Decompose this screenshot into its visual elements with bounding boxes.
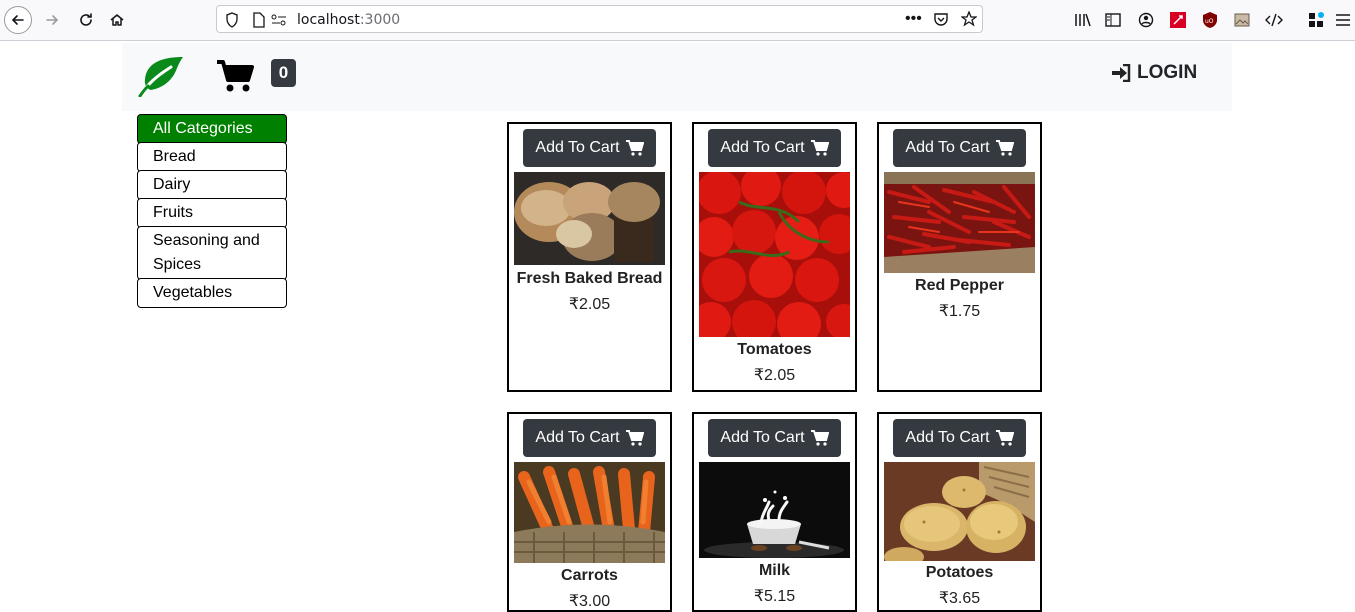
cart-icon <box>810 430 829 446</box>
product-card: Add To Cart Fresh Baked Bread ₹2.05 <box>507 122 672 392</box>
add-to-cart-label: Add To Cart <box>535 429 620 446</box>
add-to-cart-button[interactable]: Add To Cart <box>523 419 656 457</box>
category-vegetables[interactable]: Vegetables <box>137 278 287 308</box>
add-to-cart-label: Add To Cart <box>905 429 990 446</box>
product-name: Red Pepper <box>915 277 1004 294</box>
shield-icon <box>226 12 238 28</box>
product-price: ₹1.75 <box>938 303 981 320</box>
cart-icon <box>810 140 829 156</box>
potatoes-image <box>884 462 1035 561</box>
address-bar[interactable]: localhost:3000 ••• <box>216 5 983 33</box>
category-dairy[interactable]: Dairy <box>137 170 287 200</box>
leaf-logo-icon[interactable] <box>137 55 185 97</box>
product-name: Fresh Baked Bread <box>516 270 663 287</box>
product-card: Add To Cart Milk ₹5.15 <box>692 412 857 612</box>
browser-toolbar: localhost:3000 ••• uO <box>0 0 1355 41</box>
cart-count-badge: 0 <box>271 59 296 87</box>
extension-red-icon[interactable] <box>1168 10 1188 30</box>
category-seasoning-and-spices[interactable]: Seasoning and Spices <box>137 226 287 280</box>
home-icon <box>110 14 124 26</box>
extensions-icon[interactable] <box>1306 10 1326 30</box>
login-link[interactable]: LOGIN <box>1111 62 1197 84</box>
carrots-image <box>514 462 665 563</box>
product-price: ₹2.05 <box>568 296 611 313</box>
product-card: Add To Cart Carrots ₹3.00 <box>507 412 672 612</box>
url-text: localhost:3000 <box>297 12 401 28</box>
permissions-icon <box>271 14 286 26</box>
bookmark-star-icon[interactable] <box>961 11 977 27</box>
add-to-cart-button[interactable]: Add To Cart <box>893 419 1026 457</box>
bread-image <box>514 172 665 265</box>
page-icon <box>253 12 265 28</box>
add-to-cart-label: Add To Cart <box>720 429 805 446</box>
red-pepper-image <box>884 172 1035 273</box>
login-label: LOGIN <box>1137 62 1198 83</box>
product-card: Add To Cart Tomatoes ₹2.05 <box>692 122 857 392</box>
forward-button[interactable] <box>38 6 66 34</box>
add-to-cart-button[interactable]: Add To Cart <box>708 419 841 457</box>
add-to-cart-label: Add To Cart <box>535 139 620 156</box>
product-name: Tomatoes <box>737 341 812 358</box>
sidebar-toggle-icon[interactable] <box>1103 10 1123 30</box>
product-card: Add To Cart Potatoes ₹3.65 <box>877 412 1042 612</box>
arrow-left-icon <box>11 15 24 25</box>
menu-icon[interactable] <box>1333 10 1353 30</box>
add-to-cart-button[interactable]: Add To Cart <box>708 129 841 167</box>
code-icon[interactable] <box>1264 10 1284 30</box>
ublock-icon[interactable]: uO <box>1200 10 1220 30</box>
product-price: ₹3.00 <box>568 593 611 610</box>
cart-icon <box>995 430 1014 446</box>
add-to-cart-button[interactable]: Add To Cart <box>523 129 656 167</box>
product-name: Potatoes <box>925 564 994 581</box>
cart-icon <box>995 140 1014 156</box>
account-icon[interactable] <box>1136 10 1156 30</box>
image-extension-icon[interactable] <box>1232 10 1252 30</box>
back-button[interactable] <box>4 6 32 34</box>
product-name: Carrots <box>561 567 618 584</box>
add-to-cart-button[interactable]: Add To Cart <box>893 129 1026 167</box>
category-fruits[interactable]: Fruits <box>137 198 287 228</box>
sign-in-icon <box>1112 64 1131 82</box>
cart-icon[interactable] <box>216 59 254 93</box>
product-price: ₹2.05 <box>753 367 796 384</box>
library-icon[interactable] <box>1073 10 1093 30</box>
product-price: ₹5.15 <box>753 588 796 605</box>
category-bread[interactable]: Bread <box>137 142 287 172</box>
add-to-cart-label: Add To Cart <box>720 139 805 156</box>
milk-image <box>699 462 850 558</box>
category-all[interactable]: All Categories <box>137 114 287 144</box>
pocket-icon[interactable] <box>933 12 949 28</box>
svg-text:uO: uO <box>1205 18 1214 25</box>
reload-button[interactable] <box>72 6 100 34</box>
tomatoes-image <box>699 172 850 337</box>
arrow-right-icon <box>46 15 59 25</box>
product-name: Milk <box>758 562 791 579</box>
product-price: ₹3.65 <box>938 590 981 607</box>
reload-icon <box>80 13 92 26</box>
product-card: Add To Cart Red Pepper ₹1.75 <box>877 122 1042 392</box>
add-to-cart-label: Add To Cart <box>905 139 990 156</box>
cart-icon <box>625 430 644 446</box>
more-actions-icon[interactable]: ••• <box>905 10 922 28</box>
cart-icon <box>625 140 644 156</box>
home-button[interactable] <box>103 6 131 34</box>
